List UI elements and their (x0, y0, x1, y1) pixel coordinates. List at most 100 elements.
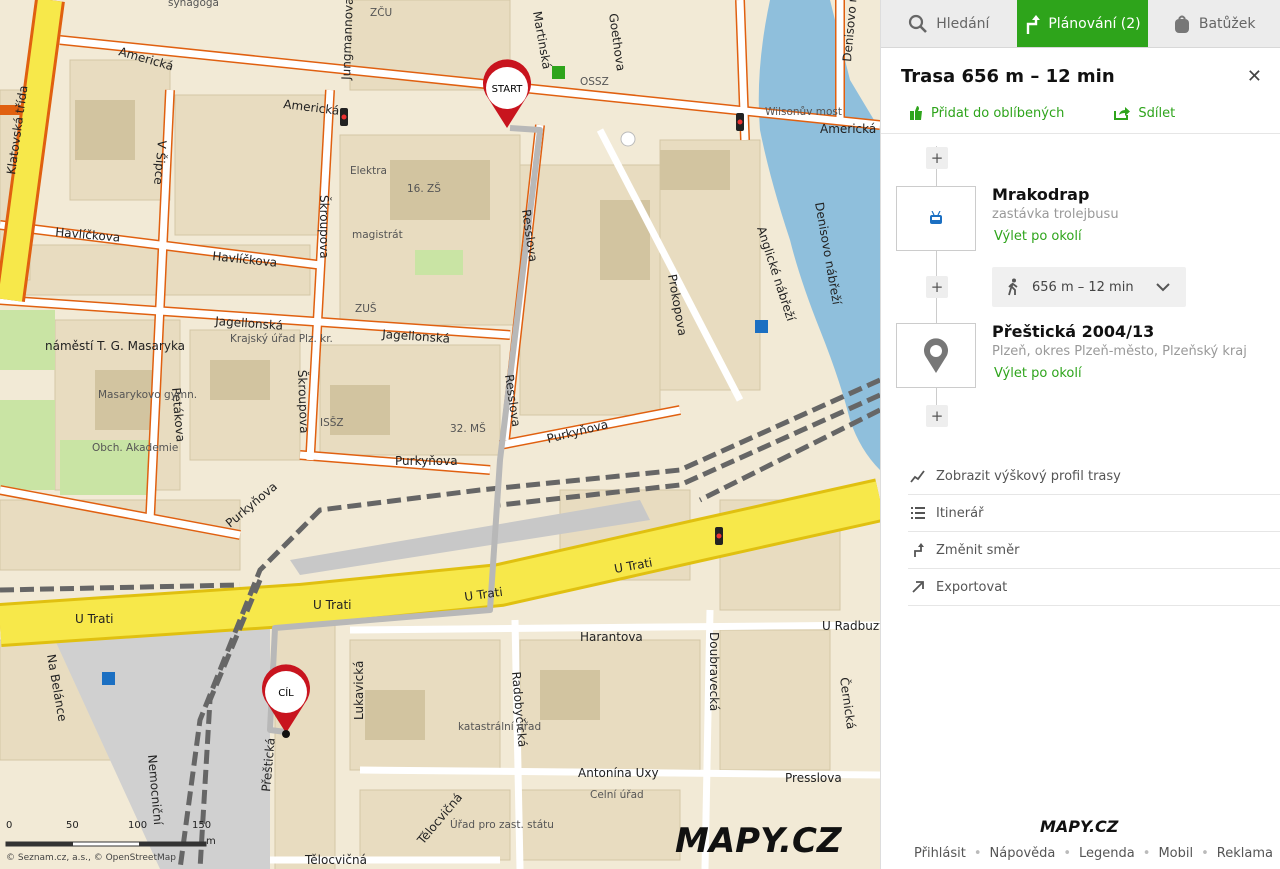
scale-label-0: 0 (6, 820, 13, 831)
poi-label: OSSZ (580, 76, 609, 88)
start-pin-label: START (492, 84, 524, 95)
close-icon[interactable]: ✕ (1247, 66, 1262, 87)
roundabout-icon (620, 131, 636, 147)
chart-icon (910, 470, 925, 483)
trolleybus-icon (930, 210, 942, 224)
add-waypoint-button[interactable]: + (926, 276, 948, 298)
poi-label: 32. MŠ (450, 422, 486, 435)
tab-search[interactable]: Hledání (881, 0, 1017, 47)
stop-icon-box[interactable] (896, 323, 976, 388)
traffic-light-dot (737, 119, 743, 125)
walk-icon (1008, 278, 1018, 296)
street-label: U Radbuzy (822, 619, 880, 633)
street-label: Tělocvičná (304, 853, 367, 867)
login-link[interactable]: Přihlásit (914, 846, 966, 861)
info-icon (552, 66, 565, 79)
list-icon (911, 507, 925, 519)
parking-icon (102, 672, 115, 685)
poi-label: Krajský úřad Plz. kr. (230, 333, 333, 345)
export-label: Exportovat (936, 579, 1008, 595)
stop-2-name[interactable]: Přeštická 2004/13 (992, 322, 1154, 341)
route-icon (1027, 14, 1041, 34)
poi-label: synagoga (168, 0, 219, 9)
street-label: Lukavická (352, 661, 366, 720)
street-label: Antonína Uxy (578, 766, 659, 780)
app: Americká Americká Americká Havlíčkova Ha… (0, 0, 1280, 869)
map-canvas[interactable]: Americká Americká Americká Havlíčkova Ha… (0, 0, 880, 869)
traffic-light-dot (341, 114, 347, 120)
map-attribution[interactable]: © Seznam.cz, a.s., © OpenStreetMap (6, 853, 176, 863)
share-label: Sdílet (1138, 105, 1176, 121)
stop-1-nearby-link[interactable]: Výlet po okolí (994, 229, 1082, 244)
stop-2-subtitle: Plzeň, okres Plzeň-město, Plzeňský kraj (992, 344, 1247, 359)
poi-label: katastrální úřad (458, 721, 541, 733)
reverse-direction-button[interactable]: Změnit směr (908, 532, 1280, 569)
route-title: Trasa 656 m – 12 min (901, 66, 1115, 87)
route-menu: Zobrazit výškový profil trasy Itinerář Z… (908, 458, 1280, 606)
footer-logo-text: MAPY.CZ (1040, 817, 1119, 836)
add-favorite-label: Přidat do oblíbených (931, 105, 1065, 121)
stop-2-nearby-link[interactable]: Výlet po okolí (994, 366, 1082, 381)
route-actions: Přidat do oblíbených Sdílet (881, 87, 1280, 134)
stop-icon-box[interactable] (896, 186, 976, 251)
poi-label: Elektra (350, 165, 387, 177)
itinerary-label: Itinerář (936, 505, 984, 521)
poi-label: ZČU (370, 6, 392, 19)
add-favorite-button[interactable]: Přidat do oblíbených (909, 105, 1064, 121)
tab-search-label: Hledání (936, 15, 990, 32)
side-panel: Hledání Plánování (2) Batůžek Trasa 656 … (880, 0, 1280, 869)
tab-backpack-label: Batůžek (1198, 15, 1256, 32)
end-pin-label: CÍL (278, 686, 294, 699)
map-svg[interactable]: Americká Americká Americká Havlíčkova Ha… (0, 0, 880, 869)
share-button[interactable]: Sdílet (1114, 105, 1175, 121)
export-button[interactable]: Exportovat (908, 569, 1280, 606)
tab-planning-label: Plánování (2) (1048, 15, 1141, 32)
stop-1-subtitle: zastávka trolejbusu (992, 207, 1119, 222)
map-logo[interactable]: MAPY.CZ (675, 821, 843, 861)
street-label: Škroupova (295, 370, 312, 434)
poi-label: Masarykovo gymn. (98, 389, 197, 401)
segment-text: 656 m – 12 min (1032, 279, 1134, 295)
footer-links: Přihlásit • Nápověda • Legenda • Mobil • Rek… (914, 846, 1273, 861)
ads-link[interactable]: Reklama (1217, 846, 1273, 861)
traffic-light-dot (716, 533, 722, 539)
street-label: Purkyňova (395, 454, 458, 468)
mobile-link[interactable]: Mobil (1158, 846, 1193, 861)
footer-logo[interactable]: MAPY.CZ (1040, 817, 1118, 836)
poi-label: magistrát (352, 229, 403, 241)
elevation-profile-button[interactable]: Zobrazit výškový profil trasy (908, 458, 1280, 495)
add-waypoint-button[interactable]: + (926, 405, 948, 427)
street-label: Doubravecká (707, 632, 721, 711)
scale-label-unit: m (206, 836, 216, 847)
chevron-down-icon (1155, 283, 1170, 292)
poi-label: Úřad pro zast. státu (450, 818, 554, 831)
favorite-icon (910, 106, 922, 120)
add-waypoint-button[interactable]: + (926, 147, 948, 169)
help-link[interactable]: Nápověda (990, 846, 1056, 861)
elevation-profile-label: Zobrazit výškový profil trasy (936, 468, 1121, 484)
backpack-icon (1174, 15, 1189, 33)
poi-label: Obch. Akademie (92, 442, 178, 454)
segment-mode-select[interactable]: 656 m – 12 min (992, 267, 1186, 307)
location-pin-icon (924, 337, 948, 373)
legend-link[interactable]: Legenda (1079, 846, 1135, 861)
tab-backpack[interactable]: Batůžek (1148, 0, 1280, 47)
scale-label-50: 50 (66, 820, 79, 831)
reverse-direction-label: Změnit směr (936, 542, 1020, 558)
street-label: Harantova (580, 630, 643, 644)
scale-bar (5, 841, 207, 847)
street-label: Americká (820, 122, 876, 136)
street-label: Jungmannova (339, 0, 356, 81)
itinerary-button[interactable]: Itinerář (908, 495, 1280, 532)
search-icon (909, 14, 928, 33)
scale-label-150: 150 (192, 820, 212, 831)
street-label: U Trati (313, 598, 352, 612)
tab-planning[interactable]: Plánování (2) (1016, 0, 1149, 47)
poi-label: Celní úřad (590, 789, 644, 801)
tab-bar: Hledání Plánování (2) Batůžek (881, 0, 1280, 48)
street-label: Presslova (785, 771, 842, 785)
stop-1-name[interactable]: Mrakodrap (992, 185, 1089, 204)
reverse-icon (914, 543, 924, 557)
scale-label-100: 100 (128, 820, 148, 831)
export-icon (912, 581, 924, 593)
